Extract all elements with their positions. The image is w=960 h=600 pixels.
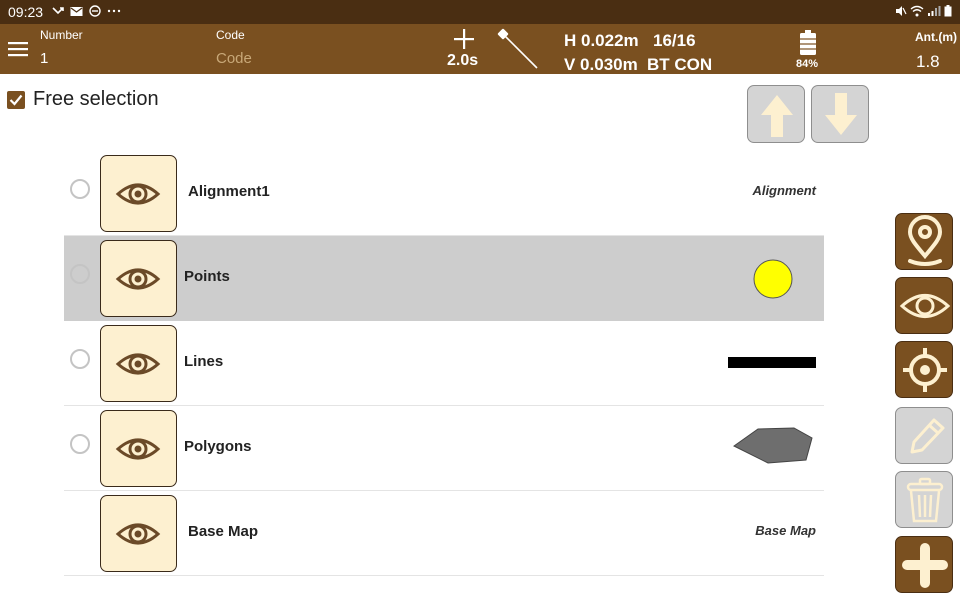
layer-row-base-map[interactable]: Base Map Base Map — [64, 491, 824, 576]
layer-name: Points — [184, 268, 230, 285]
free-selection-checkbox[interactable] — [7, 90, 25, 109]
layer-radio[interactable] — [70, 264, 90, 284]
edit-button[interactable] — [895, 407, 953, 464]
trash-icon — [906, 477, 944, 523]
layer-type-label: Alignment — [752, 183, 816, 198]
layer-name: Lines — [184, 353, 224, 370]
layer-row-alignment1[interactable]: Alignment1 Alignment — [64, 151, 824, 236]
status-right-icons — [895, 5, 952, 17]
status-left-icons — [52, 5, 121, 17]
missed-call-icon — [52, 7, 64, 15]
code-label: Code — [216, 28, 245, 42]
layer-visibility-button[interactable] — [100, 155, 177, 232]
layer-radio[interactable] — [70, 349, 90, 369]
interval-value[interactable]: 2.0s — [447, 52, 478, 70]
layer-row-polygons[interactable]: Polygons — [64, 406, 824, 491]
layer-visibility-button[interactable] — [100, 240, 177, 317]
arrow-up-icon — [761, 95, 793, 137]
status-time: 09:23 — [8, 4, 44, 20]
layer-row-points[interactable]: Points — [64, 236, 824, 321]
point-symbol-icon — [753, 259, 793, 299]
location-pin-button[interactable] — [895, 213, 953, 270]
polygon-symbol-icon — [733, 427, 813, 464]
eye-icon — [115, 268, 161, 290]
mute-icon — [896, 6, 907, 16]
location-pin-icon — [907, 215, 943, 266]
do-not-disturb-icon — [89, 5, 101, 17]
arrow-down-icon — [825, 93, 857, 135]
gnss-battery-percent: 84% — [796, 58, 819, 70]
layer-visibility-button[interactable] — [100, 495, 177, 572]
line-symbol-icon — [728, 357, 816, 368]
move-up-button[interactable] — [747, 85, 805, 143]
antenna-value[interactable]: 1.8 — [916, 52, 940, 72]
eye-icon — [115, 353, 161, 375]
layer-name: Alignment1 — [188, 183, 270, 200]
view-button[interactable] — [895, 277, 953, 334]
target-button[interactable] — [895, 341, 953, 398]
code-field[interactable]: Code — [216, 50, 252, 67]
layer-visibility-button[interactable] — [100, 325, 177, 402]
number-label: Number — [40, 28, 83, 42]
add-button[interactable] — [895, 536, 953, 593]
more-icon — [107, 9, 121, 13]
move-down-button[interactable] — [811, 85, 869, 143]
layer-radio[interactable] — [70, 434, 90, 454]
eye-icon — [115, 438, 161, 460]
status-bar: 09:23 — [0, 0, 960, 24]
survey-pole-icon[interactable] — [497, 28, 539, 70]
wifi-icon — [910, 5, 924, 17]
connection-status: BT CON — [647, 55, 713, 74]
delete-button[interactable] — [895, 471, 953, 528]
signal-icon — [928, 6, 941, 16]
layer-visibility-button[interactable] — [100, 410, 177, 487]
plus-icon — [902, 543, 948, 588]
checkmark-icon — [9, 94, 23, 106]
layer-name: Polygons — [184, 438, 252, 455]
menu-icon[interactable] — [7, 40, 29, 58]
free-selection-toggle[interactable]: Free selection — [7, 88, 159, 111]
crosshair-icon — [903, 348, 947, 392]
layer-row-lines[interactable]: Lines — [64, 321, 824, 406]
antenna-label: Ant.(m) — [915, 30, 957, 44]
h-precision: H 0.022m — [564, 31, 639, 50]
app-root: 09:23 Number 1 Code Code 2.0s H 0.022m 1… — [0, 0, 960, 600]
v-precision: V 0.030m — [564, 55, 638, 74]
layer-name: Base Map — [188, 523, 259, 540]
pencil-icon — [910, 418, 945, 454]
mail-icon — [70, 6, 83, 16]
eye-icon — [115, 183, 161, 205]
satellites: 16/16 — [653, 31, 696, 50]
plus-icon[interactable] — [453, 28, 475, 50]
free-selection-label: Free selection — [33, 88, 159, 110]
eye-icon — [899, 294, 951, 318]
eye-icon — [115, 523, 161, 545]
layer-radio[interactable] — [70, 179, 90, 199]
layer-type-label: Base Map — [755, 523, 816, 538]
number-field[interactable]: 1 — [40, 50, 48, 67]
gnss-battery-icon — [800, 30, 816, 55]
battery-icon — [944, 5, 952, 17]
app-bar: Number 1 Code Code 2.0s H 0.022m 16/16 V… — [0, 24, 960, 74]
